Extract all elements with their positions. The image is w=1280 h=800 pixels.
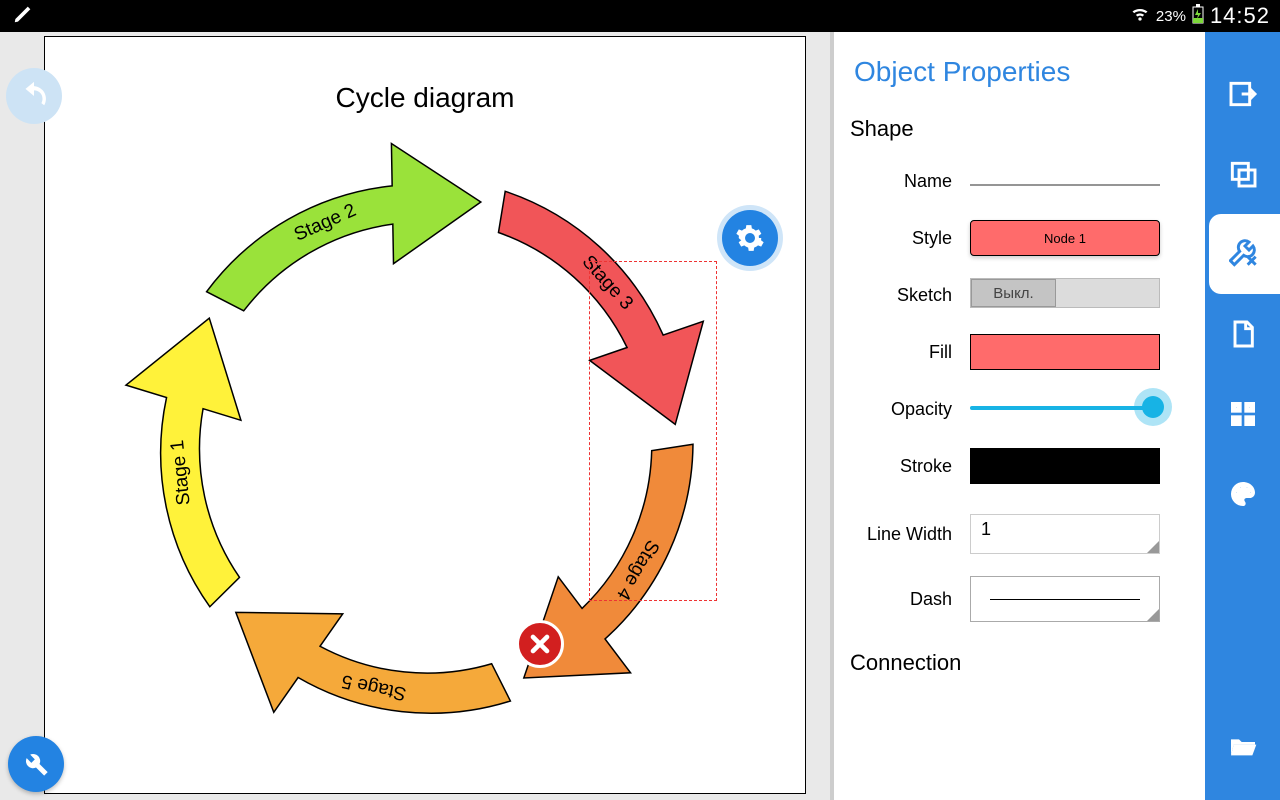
cycle-stage[interactable] [236, 568, 511, 747]
canvas-area[interactable]: Cycle diagram Stage 1 Stage 2 Stage 3 Stage… [0, 32, 830, 800]
status-bar: 23% 14:52 [0, 0, 1280, 32]
stage-label: Stage 2 [291, 200, 359, 246]
section-shape: Shape [850, 116, 1189, 142]
name-input[interactable] [970, 164, 1160, 186]
dash-selector[interactable] [970, 576, 1160, 622]
copy-icon[interactable] [1205, 134, 1280, 214]
sketch-toggle[interactable]: Выкл. [970, 278, 1160, 308]
stage-label: Stage 5 [340, 670, 408, 704]
tools-fab-button[interactable] [8, 736, 64, 792]
label-stroke: Stroke [850, 456, 970, 477]
page-icon[interactable] [1205, 294, 1280, 374]
panel-title: Object Properties [850, 56, 1189, 88]
object-settings-button[interactable] [722, 210, 778, 266]
section-connection: Connection [850, 650, 1189, 676]
folder-open-icon[interactable] [1205, 706, 1280, 786]
label-fill: Fill [850, 342, 970, 363]
battery-icon [1192, 4, 1204, 28]
palette-icon[interactable] [1205, 454, 1280, 534]
stage-label: Stage 1 [167, 439, 195, 506]
fill-color-picker[interactable] [970, 334, 1160, 370]
style-selector[interactable]: Node 1 [970, 220, 1160, 256]
label-opacity: Opacity [850, 399, 970, 420]
label-linewidth: Line Width [850, 524, 970, 545]
stroke-color-picker[interactable] [970, 448, 1160, 484]
pencil-icon [12, 3, 34, 30]
diagram-title: Cycle diagram [45, 82, 805, 114]
cycle-stage[interactable] [205, 107, 481, 386]
label-style: Style [850, 228, 970, 249]
label-sketch: Sketch [850, 285, 970, 306]
grid-icon[interactable] [1205, 374, 1280, 454]
right-toolbar [1205, 32, 1280, 800]
selection-rect [589, 261, 717, 601]
cycle-stage[interactable] [446, 189, 735, 424]
canvas-frame[interactable]: Cycle diagram Stage 1 Stage 2 Stage 3 Stage… [44, 36, 806, 794]
tools-icon[interactable] [1209, 214, 1280, 294]
properties-panel: Object Properties Shape Name Style Node … [830, 32, 1205, 800]
cycle-stage[interactable] [88, 318, 329, 608]
label-dash: Dash [850, 589, 970, 610]
undo-button[interactable] [6, 68, 62, 124]
clock-text: 14:52 [1210, 3, 1270, 29]
export-icon[interactable] [1205, 54, 1280, 134]
stage-label: Stage 4 [612, 536, 663, 604]
label-name: Name [850, 171, 970, 192]
linewidth-input[interactable]: 1 [970, 514, 1160, 554]
battery-percent: 23% [1156, 8, 1186, 25]
delete-button[interactable] [516, 620, 564, 668]
stage-label: Stage 3 [578, 251, 637, 314]
wifi-icon [1130, 4, 1150, 28]
opacity-slider[interactable] [970, 392, 1160, 422]
